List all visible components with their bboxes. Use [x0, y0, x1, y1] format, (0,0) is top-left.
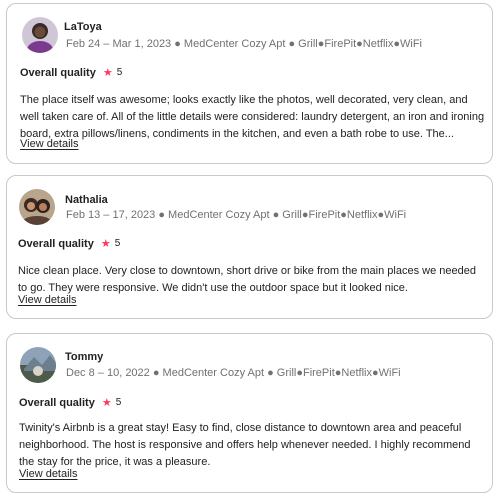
- avatar[interactable]: [22, 17, 58, 53]
- stay-details: Feb 13 – 17, 2023 ● MedCenter Cozy Apt ●…: [66, 209, 407, 221]
- stay-details: Dec 8 – 10, 2022 ● MedCenter Cozy Apt ● …: [66, 367, 401, 379]
- review-text: Twinity's Airbnb is a great stay! Easy t…: [19, 422, 471, 468]
- avatar[interactable]: [19, 189, 55, 225]
- reviewer-name: LaToya: [64, 21, 102, 33]
- view-details-link[interactable]: View details: [20, 138, 79, 150]
- reviewer-name: Nathalia: [65, 194, 108, 206]
- avatar[interactable]: [20, 347, 56, 383]
- view-details-link[interactable]: View details: [18, 294, 77, 306]
- overall-quality: Overall quality ★ 5: [20, 66, 123, 80]
- review-text: The place itself was awesome; looks exac…: [20, 94, 485, 140]
- star-icon: ★: [102, 67, 113, 79]
- review-text: Nice clean place. Very close to downtown…: [18, 265, 476, 294]
- quality-label: Overall quality: [18, 237, 94, 250]
- review-card: Tommy Dec 8 – 10, 2022 ● MedCenter Cozy …: [6, 333, 493, 493]
- star-icon: ★: [100, 238, 111, 250]
- quality-label: Overall quality: [20, 66, 96, 79]
- rating-value: 5: [114, 238, 121, 249]
- star-icon: ★: [101, 397, 112, 409]
- rating-value: 5: [115, 397, 122, 408]
- view-details-link[interactable]: View details: [19, 468, 78, 480]
- overall-quality: Overall quality ★ 5: [18, 237, 121, 251]
- overall-quality: Overall quality ★ 5: [19, 396, 122, 410]
- reviewer-name: Tommy: [65, 351, 104, 363]
- quality-label: Overall quality: [19, 396, 95, 409]
- review-card: Nathalia Feb 13 – 17, 2023 ● MedCenter C…: [6, 175, 493, 319]
- rating-value: 5: [116, 67, 123, 78]
- stay-details: Feb 24 – Mar 1, 2023 ● MedCenter Cozy Ap…: [66, 38, 422, 50]
- review-card: LaToya Feb 24 – Mar 1, 2023 ● MedCenter …: [6, 3, 493, 164]
